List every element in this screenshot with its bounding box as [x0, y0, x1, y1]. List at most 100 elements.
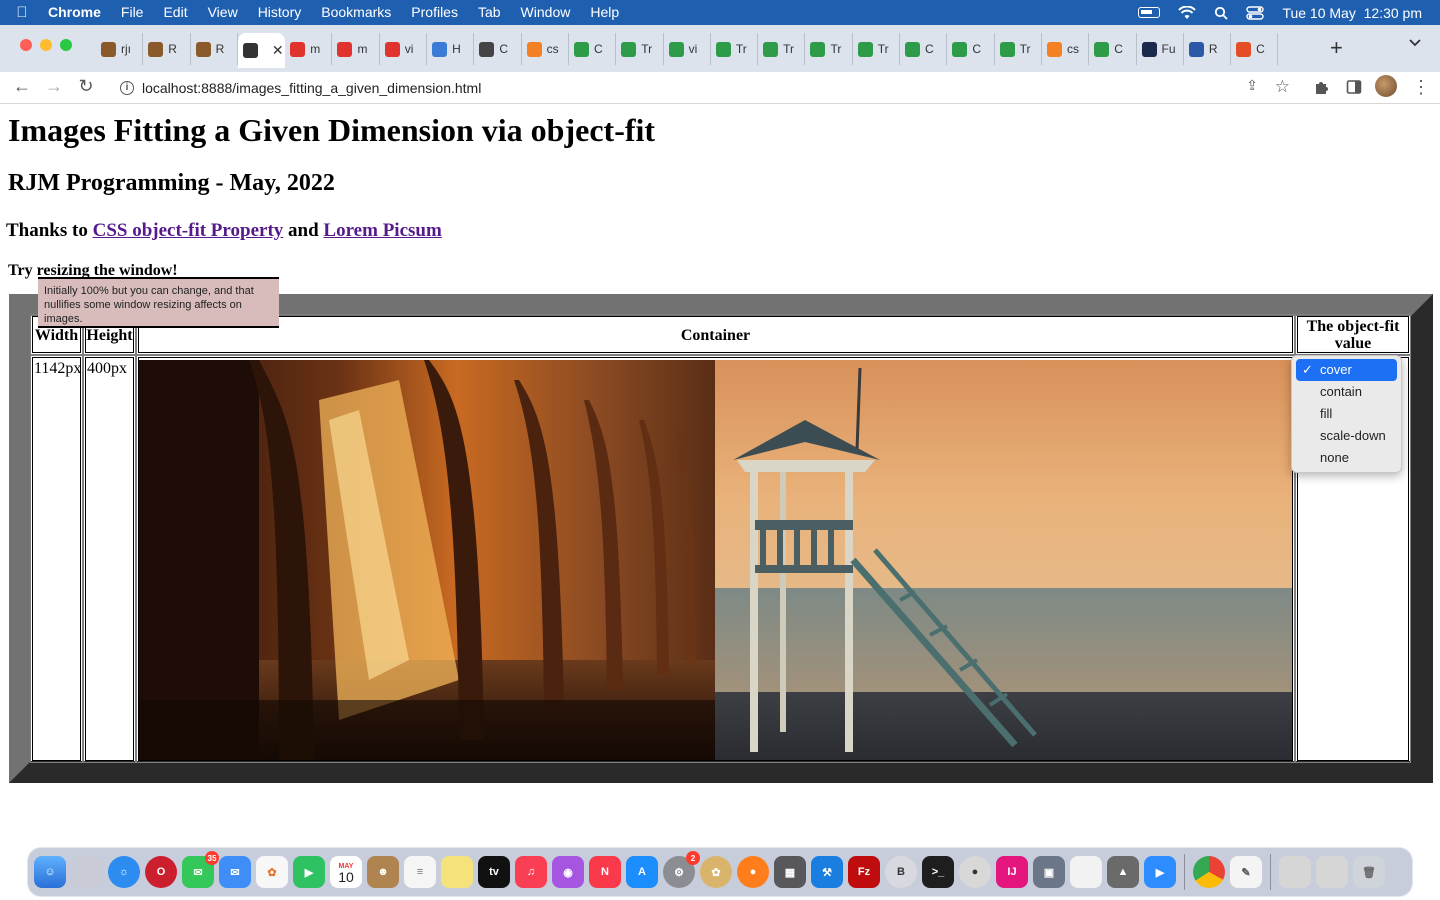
mail-icon[interactable]: ✉ — [219, 856, 251, 888]
menu-history[interactable]: History — [248, 0, 312, 25]
zoom-icon[interactable]: ▶ — [1144, 856, 1176, 888]
document-icon[interactable] — [1070, 856, 1102, 888]
browser-tab[interactable]: vi — [664, 33, 711, 65]
app-store-icon[interactable]: A — [626, 856, 658, 888]
browser-tab[interactable]: Tr — [853, 33, 901, 65]
chrome-icon[interactable] — [1193, 856, 1225, 888]
calendar-icon[interactable]: MAY 10 — [330, 856, 362, 888]
option-scale-down[interactable]: scale-down — [1296, 425, 1397, 447]
object-fit-dropdown[interactable]: ✓ cover contain fill scale-down none — [1291, 355, 1402, 473]
contacts-icon[interactable]: ☻ — [367, 856, 399, 888]
back-arrow-icon[interactable]: ← — [10, 76, 34, 97]
new-tab-button[interactable]: + — [1330, 35, 1343, 61]
browser-tab[interactable]: rjı — [96, 33, 144, 65]
option-none[interactable]: none — [1296, 447, 1397, 469]
preview-icon[interactable]: ▣ — [1033, 856, 1065, 888]
trash-icon[interactable]: 🗑 — [1353, 856, 1385, 888]
menu-app-name[interactable]: Chrome — [44, 0, 111, 25]
browser-tab[interactable]: R — [1184, 33, 1232, 65]
apple-tv-icon[interactable]: tv — [478, 856, 510, 888]
textedit-icon[interactable]: ✎ — [1230, 856, 1262, 888]
browser-tab[interactable]: Tr — [805, 33, 853, 65]
firefox-icon[interactable]: ● — [737, 856, 769, 888]
menu-help[interactable]: Help — [580, 0, 629, 25]
browser-tab[interactable]: H — [427, 33, 475, 65]
intellij-icon[interactable]: IJ — [996, 856, 1028, 888]
wifi-icon[interactable] — [1178, 5, 1197, 20]
color-picker-icon[interactable]: ✿ — [700, 856, 732, 888]
launchpad-icon[interactable] — [71, 856, 103, 888]
browser-tab[interactable]: C — [900, 33, 948, 65]
photos-icon[interactable]: ✿ — [256, 856, 288, 888]
browser-tab[interactable]: cs — [1042, 33, 1090, 65]
battery-icon[interactable] — [1138, 7, 1161, 18]
close-window-button[interactable] — [20, 39, 32, 51]
music-icon[interactable]: ♫ — [515, 856, 547, 888]
menu-bookmarks[interactable]: Bookmarks — [311, 0, 401, 25]
chrome-menu-icon[interactable]: ⋮ — [1412, 77, 1430, 98]
messages-icon[interactable]: ✉ 35 — [182, 851, 219, 888]
finder-icon[interactable]: ☺ — [34, 856, 66, 888]
browser-tab[interactable]: Tr — [711, 33, 759, 65]
browser-tab[interactable]: C — [1089, 33, 1137, 65]
profile-avatar[interactable] — [1375, 75, 1397, 97]
news-icon[interactable]: N — [589, 856, 621, 888]
bbedit-icon[interactable]: B — [885, 856, 917, 888]
browser-tab[interactable]: R — [191, 33, 238, 65]
tab-search-chevron-icon[interactable] — [1409, 39, 1421, 47]
fullscreen-window-button[interactable] — [60, 39, 72, 51]
bookmark-star-icon[interactable]: ☆ — [1275, 77, 1290, 97]
browser-tab[interactable]: C — [569, 33, 617, 65]
filezilla-icon[interactable]: Fz — [848, 856, 880, 888]
downloads-stack-icon[interactable] — [1279, 856, 1311, 888]
menu-window[interactable]: Window — [511, 0, 581, 25]
menu-edit[interactable]: Edit — [153, 0, 197, 25]
control-center-icon[interactable] — [1246, 5, 1265, 20]
spotlight-search-icon[interactable] — [1214, 6, 1229, 20]
address-url[interactable]: localhost:8888/images_fitting_a_given_di… — [142, 80, 481, 96]
safari-icon[interactable]: ☼ — [108, 856, 140, 888]
reminders-icon[interactable]: ≡ — [404, 856, 436, 888]
apple-menu-icon[interactable]:  — [0, 4, 44, 21]
browser-tab[interactable]: R — [143, 33, 191, 65]
menu-file[interactable]: File — [111, 0, 154, 25]
clock[interactable]: Tue 10 May 12:30 pm — [1282, 5, 1422, 21]
option-contain[interactable]: contain — [1296, 381, 1397, 403]
link-lorem-picsum[interactable]: Lorem Picsum — [323, 220, 441, 241]
link-css-object-fit[interactable]: CSS object-fit Property — [93, 220, 284, 241]
browser-tab[interactable]: Tr — [995, 33, 1042, 65]
documents-stack-icon[interactable] — [1316, 856, 1348, 888]
notes-icon[interactable] — [441, 856, 473, 888]
browser-tab[interactable]: Tr — [616, 33, 664, 65]
browser-tab[interactable]: C — [947, 33, 995, 65]
menu-profiles[interactable]: Profiles — [401, 0, 468, 25]
terminal-icon[interactable]: >_ — [922, 856, 954, 888]
facetime-icon[interactable]: ▶ — [293, 856, 325, 888]
site-info-icon[interactable]: i — [120, 80, 134, 95]
address-bar[interactable]: i localhost:8888/images_fitting_a_given_… — [108, 74, 1298, 101]
system-preferences-icon[interactable]: ⚙ 2 — [663, 851, 700, 888]
browser-tab[interactable]: C — [474, 33, 522, 65]
menu-tab[interactable]: Tab — [468, 0, 511, 25]
browser-tab[interactable]: cs — [522, 33, 569, 65]
close-tab-icon[interactable]: ✕ — [272, 42, 284, 59]
extensions-puzzle-icon[interactable] — [1313, 79, 1330, 96]
gimp-icon[interactable]: ▲ — [1107, 856, 1139, 888]
github-desktop-icon[interactable]: ● — [959, 856, 991, 888]
option-fill[interactable]: fill — [1296, 403, 1397, 425]
browser-tab[interactable]: ✕ — [237, 33, 286, 68]
browser-tab[interactable]: m — [285, 33, 333, 65]
menu-view[interactable]: View — [198, 0, 248, 25]
podcasts-icon[interactable]: ◉ — [552, 856, 584, 888]
forward-arrow-icon[interactable]: → — [42, 76, 66, 97]
browser-tab[interactable]: m — [332, 33, 380, 65]
reload-icon[interactable]: ↻ — [74, 76, 98, 97]
browser-tab[interactable]: Fu — [1137, 33, 1184, 65]
option-cover[interactable]: ✓ cover — [1296, 359, 1397, 381]
browser-tab[interactable]: Tr — [758, 33, 806, 65]
share-icon[interactable]: ⇪ — [1246, 77, 1258, 94]
opera-icon[interactable]: O — [145, 856, 177, 888]
browser-tab[interactable]: C — [1231, 33, 1279, 65]
xcode-icon[interactable]: ⚒ — [811, 856, 843, 888]
minimize-window-button[interactable] — [40, 39, 52, 51]
